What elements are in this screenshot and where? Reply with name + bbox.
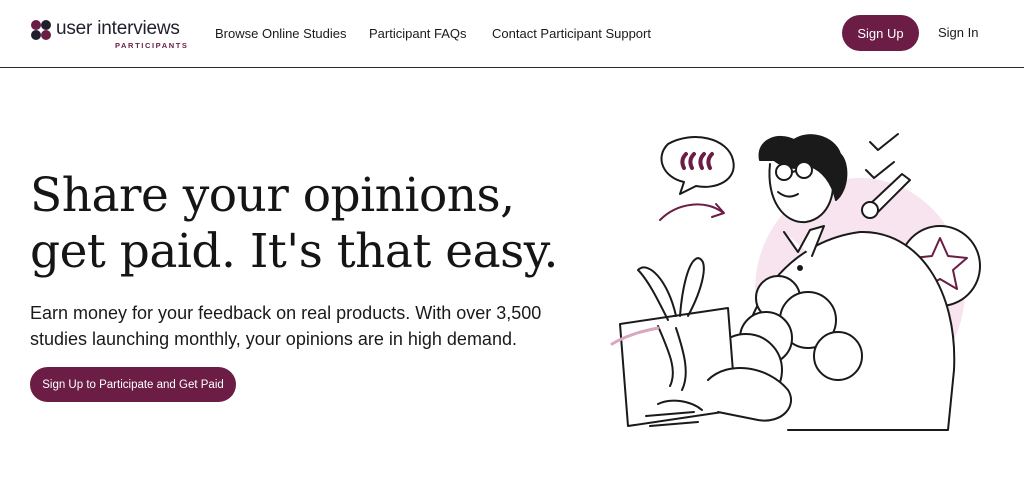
headline-line-2: get paid. It's that easy. [30,224,558,279]
nav-browse-online-studies[interactable]: Browse Online Studies [215,25,347,43]
nav-participant-faqs[interactable]: Participant FAQs [369,25,467,43]
hero-subtext: Earn money for your feedback on real pro… [30,303,542,349]
logo[interactable]: user interviews PARTICIPANTS [30,17,190,51]
logo-subtext: PARTICIPANTS [115,41,189,50]
hero-illustration [610,133,981,431]
site-header: user interviews PARTICIPANTS Browse Onli… [0,0,1024,68]
headline-line-1: Share your opinions, [30,168,515,223]
checkmark-icon [865,133,899,179]
quote-bubble-icon [660,136,735,195]
logo-text: user interviews [56,18,180,39]
logo-mark-icon [31,20,51,40]
sign-up-button[interactable]: Sign Up [842,15,919,51]
sign-up-participate-button[interactable]: Sign Up to Participate and Get Paid [30,367,236,402]
sign-in-link[interactable]: Sign In [938,25,978,40]
nav-contact-participant-support[interactable]: Contact Participant Support [492,25,651,43]
hero-headline: Share your opinions, get paid. It's that… [30,168,590,280]
